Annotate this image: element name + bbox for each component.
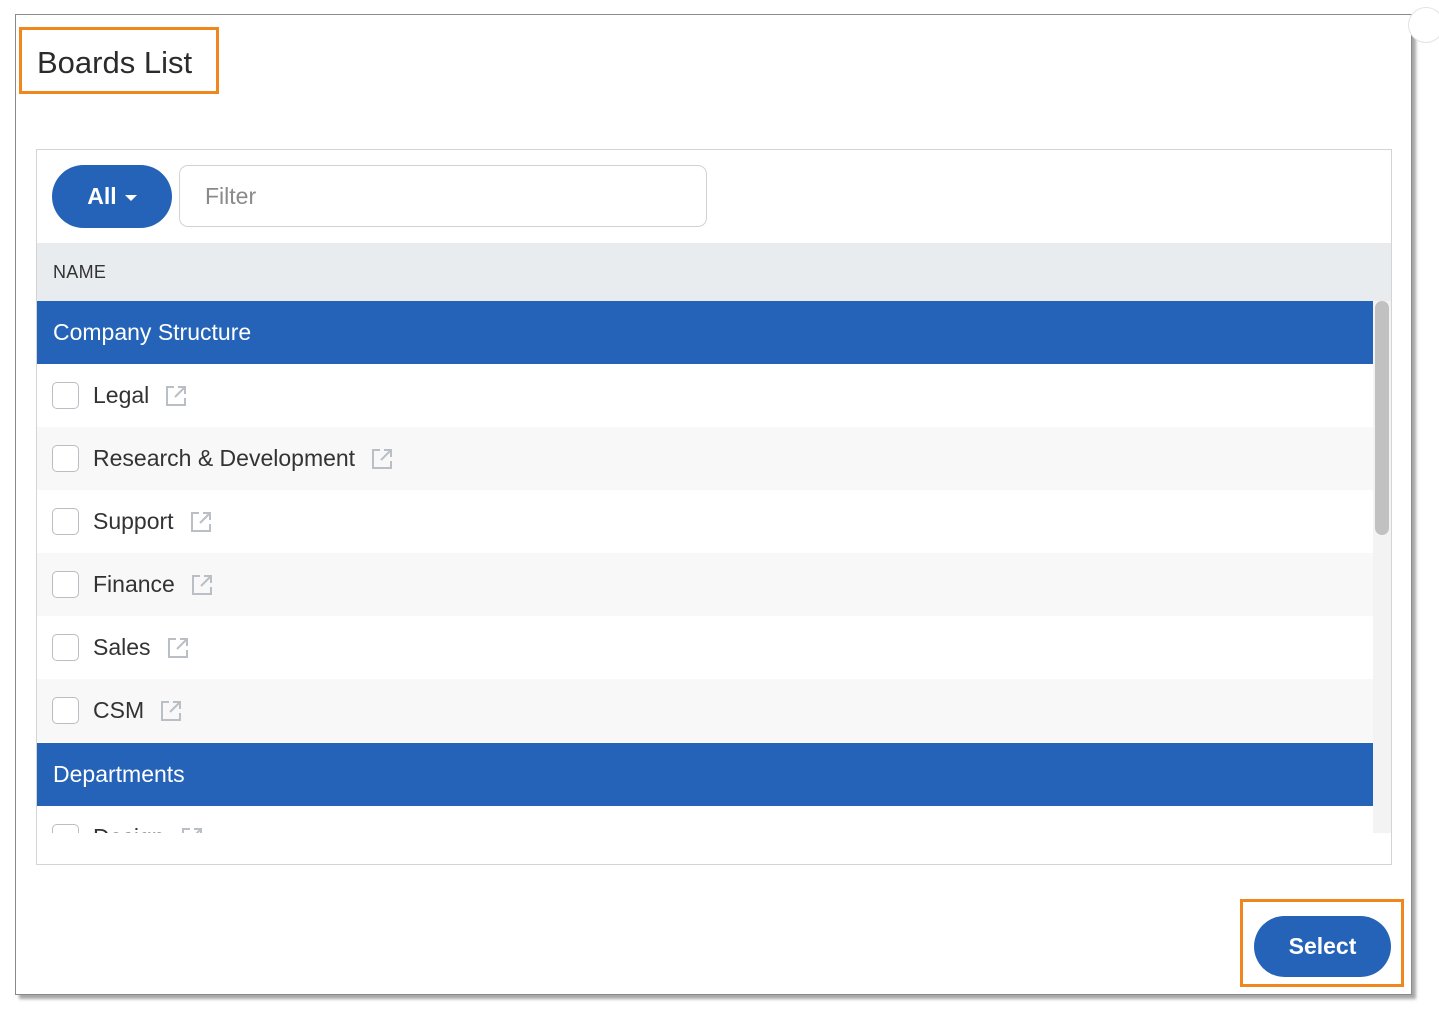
boards-panel: All NAME Company Structure Legal Researc… — [36, 149, 1392, 865]
row-checkbox[interactable] — [52, 634, 79, 661]
boards-list: Company Structure Legal Research & Devel… — [37, 301, 1391, 833]
item-label: Legal — [93, 382, 150, 408]
item-label: CSM — [93, 697, 145, 723]
row-checkbox[interactable] — [52, 697, 79, 724]
row-checkbox[interactable] — [52, 445, 79, 472]
group-label: Departments — [53, 761, 185, 787]
item-label: Sales — [93, 634, 151, 660]
item-label: Research & Development — [93, 445, 356, 471]
external-link-icon[interactable] — [189, 510, 213, 534]
list-item[interactable]: Sales — [37, 616, 1373, 679]
external-link-icon[interactable] — [370, 447, 394, 471]
list-scrollbar[interactable] — [1373, 301, 1391, 833]
scope-dropdown-button[interactable]: All — [52, 165, 172, 228]
boards-list-modal: Boards List All NAME Company Structure L… — [15, 7, 1439, 995]
external-link-icon[interactable] — [159, 699, 183, 723]
scope-dropdown-label: All — [87, 183, 117, 209]
list-item[interactable]: CSM — [37, 679, 1373, 742]
row-checkbox[interactable] — [52, 571, 79, 598]
list-item[interactable]: Research & Development — [37, 427, 1373, 490]
external-link-icon[interactable] — [180, 826, 204, 833]
list-item[interactable]: Legal — [37, 364, 1373, 427]
row-checkbox[interactable] — [52, 382, 79, 409]
filter-input[interactable] — [179, 165, 707, 227]
group-label: Company Structure — [53, 319, 252, 345]
list-item[interactable]: Design — [37, 806, 1373, 833]
select-highlight — [1240, 899, 1404, 987]
external-link-icon[interactable] — [164, 384, 188, 408]
external-link-icon[interactable] — [190, 573, 214, 597]
close-button[interactable] — [1408, 7, 1439, 43]
column-header-name[interactable]: NAME — [37, 262, 106, 283]
list-item[interactable]: Finance — [37, 553, 1373, 616]
scrollbar-thumb[interactable] — [1375, 301, 1389, 535]
row-checkbox[interactable] — [52, 508, 79, 535]
item-label: Design — [93, 824, 165, 833]
group-header-company-structure: Company Structure — [37, 301, 1373, 364]
title-highlight — [19, 27, 219, 94]
row-checkbox[interactable] — [52, 824, 79, 833]
caret-down-icon — [124, 194, 137, 201]
group-header-departments: Departments — [37, 743, 1373, 806]
item-label: Support — [93, 508, 174, 534]
list-item[interactable]: Support — [37, 490, 1373, 553]
external-link-icon[interactable] — [166, 636, 190, 660]
table-header: NAME — [37, 243, 1391, 301]
item-label: Finance — [93, 571, 175, 597]
